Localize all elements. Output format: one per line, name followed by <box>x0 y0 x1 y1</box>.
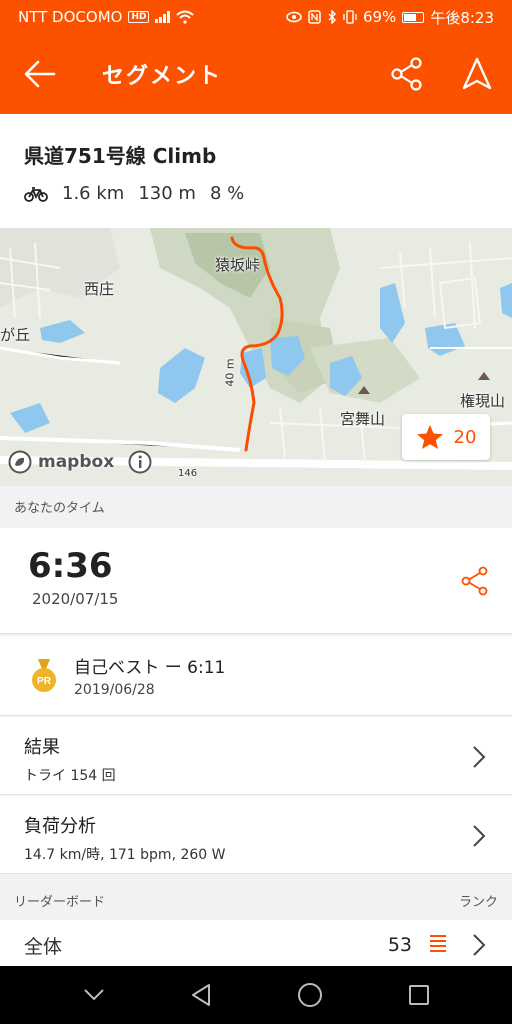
your-time-section-label: あなたのタイム <box>0 486 512 526</box>
nav-back-icon[interactable] <box>190 983 212 1007</box>
status-bar: NTT DOCOMO HD 69% 午後8:23 <box>0 0 512 34</box>
your-time-label: あなたのタイム <box>14 500 105 516</box>
map-label-sarusaka: 猿坂峠 <box>215 256 261 274</box>
segment-stats: 1.6 km 130 m 8 % <box>24 183 488 204</box>
star-count: 20 <box>453 426 477 448</box>
overall-rank: 53 <box>387 934 412 956</box>
rank-label: ランク <box>458 894 498 910</box>
leaderboard-label: リーダーボード <box>14 894 106 910</box>
map-label-miyamai: 宮舞山 <box>340 410 386 428</box>
share-button[interactable] <box>372 34 442 114</box>
results-title: 結果 <box>24 737 60 758</box>
bike-icon <box>24 186 48 202</box>
map-label-nishisho: 西庄 <box>84 280 115 298</box>
star-icon <box>416 425 443 449</box>
hd-badge: HD <box>128 11 150 23</box>
bluetooth-icon <box>328 10 336 24</box>
vibrate-icon <box>343 10 357 24</box>
clock: 午後8:23 <box>430 8 494 27</box>
segment-distance: 1.6 km <box>62 183 125 204</box>
navigate-icon <box>462 57 492 90</box>
pr-medal-icon: PR <box>32 658 56 692</box>
app-bar: セグメント <box>0 34 512 114</box>
segment-header: 県道751号線 Climb 1.6 km 130 m 8 % <box>0 114 512 228</box>
map-label-gongen: 権現山 <box>460 392 506 410</box>
nav-home-icon[interactable] <box>297 982 323 1008</box>
share-icon <box>391 57 422 91</box>
battery-percent: 69% <box>362 8 397 26</box>
effort-analysis-subtitle: 14.7 km/時, 171 bpm, 260 W <box>24 847 226 863</box>
pr-badge-text: PR <box>37 676 52 687</box>
page-title: セグメント <box>102 64 223 89</box>
segment-name: 県道751号線 Climb <box>24 144 217 168</box>
info-icon[interactable] <box>128 450 152 474</box>
mapbox-attribution[interactable]: mapbox <box>8 450 152 474</box>
chevron-right-icon <box>473 746 486 768</box>
chevron-right-icon <box>473 934 486 956</box>
effort-analysis-title: 負荷分析 <box>24 816 96 837</box>
back-arrow-icon <box>24 60 56 88</box>
segment-elevation: 130 m <box>138 183 196 204</box>
leaderboard-overall-row[interactable]: 全体 53 <box>0 920 512 970</box>
leaderboard-section-label: リーダーボード ランク <box>0 880 512 920</box>
your-time: 6:36 <box>28 546 113 586</box>
system-nav-bar <box>0 966 512 1024</box>
back-button[interactable] <box>0 34 80 114</box>
personal-best-label: 自己ベスト ー 6:11 <box>74 658 226 678</box>
eye-icon <box>286 11 302 23</box>
leaderboard-list-icon <box>430 935 446 952</box>
chevron-down-icon[interactable] <box>83 988 105 1002</box>
results-row[interactable]: 結果 トライ 154 回 <box>0 717 512 795</box>
results-subtitle: トライ 154 回 <box>24 768 116 784</box>
effort-analysis-row[interactable]: 負荷分析 14.7 km/時, 171 bpm, 260 W <box>0 796 512 874</box>
carrier-name: NTT DOCOMO <box>18 8 123 26</box>
your-time-card[interactable]: 6:36 2020/07/15 <box>0 528 512 634</box>
mapbox-wordmark: mapbox <box>38 452 115 472</box>
wifi-icon <box>176 10 195 24</box>
share-time-icon[interactable] <box>460 566 490 596</box>
map-label-elevation: 40 m <box>223 358 237 387</box>
nfc-icon <box>308 10 321 24</box>
personal-best-row[interactable]: PR 自己ベスト ー 6:11 2019/06/28 <box>0 636 512 716</box>
mapbox-logo-icon <box>8 450 32 474</box>
navigate-button[interactable] <box>442 34 512 114</box>
map-label-gaoka: が丘 <box>0 326 31 344</box>
overall-label: 全体 <box>24 935 63 958</box>
personal-best-date: 2019/06/28 <box>74 682 155 698</box>
chevron-right-icon <box>473 825 486 847</box>
star-button[interactable]: 20 <box>402 414 490 460</box>
map-label-road: 146 <box>178 468 198 479</box>
your-time-date: 2020/07/15 <box>32 590 119 608</box>
nav-recents-icon[interactable] <box>408 984 430 1006</box>
segment-grade: 8 % <box>209 183 245 204</box>
battery-icon <box>402 11 425 23</box>
signal-icon <box>155 11 171 23</box>
